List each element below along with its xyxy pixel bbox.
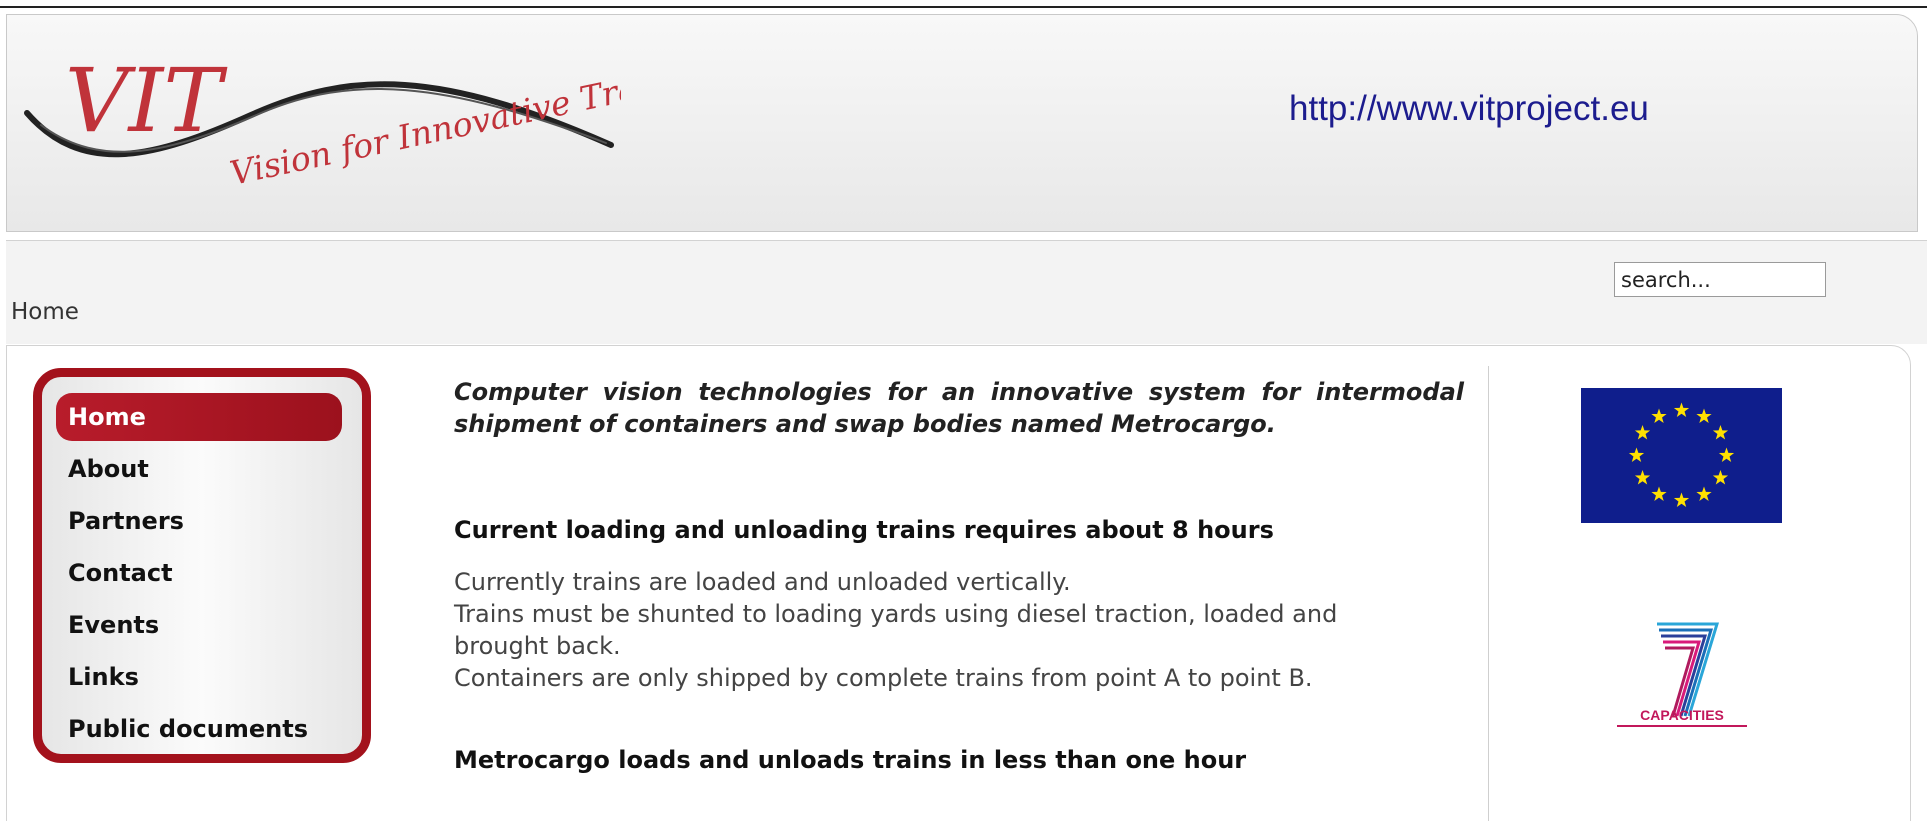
- menu-item-partners[interactable]: Partners: [56, 497, 342, 545]
- paragraph-line: Currently trains are loaded and unloaded…: [454, 568, 1071, 596]
- fp7-logo-text: CAPACITIES: [1640, 707, 1724, 723]
- window-top-edge: [0, 0, 1927, 8]
- menu-item-public-documents[interactable]: Public documents: [56, 705, 342, 753]
- main-content: Computer vision technologies for an inno…: [454, 376, 1464, 774]
- paragraph-line: Trains must be shunted to loading yards …: [454, 600, 1338, 628]
- paragraph-line: Containers are only shipped by complete …: [454, 664, 1313, 692]
- eu-flag-logo[interactable]: [1581, 388, 1782, 523]
- paragraph-line: brought back.: [454, 632, 621, 660]
- intro-text: Computer vision technologies for an inno…: [454, 378, 1464, 438]
- section-heading-current: Current loading and unloading trains req…: [454, 516, 1274, 544]
- menu-item-home[interactable]: Home: [56, 393, 342, 441]
- menu-item-links[interactable]: Links: [56, 653, 342, 701]
- menu-item-about[interactable]: About: [56, 445, 342, 493]
- menu-item-contact[interactable]: Contact: [56, 549, 342, 597]
- menu-item-events[interactable]: Events: [56, 601, 342, 649]
- column-divider: [1488, 366, 1489, 821]
- section-heading-metrocargo: Metrocargo loads and unloads trains in l…: [454, 746, 1247, 774]
- fp7-capacities-logo[interactable]: CAPACITIES: [1607, 616, 1757, 731]
- search-input[interactable]: [1614, 262, 1826, 297]
- breadcrumb-bar: Home: [6, 240, 1927, 344]
- main-menu: Home About Partners Contact Events Links…: [33, 368, 371, 763]
- logo-tagline: Vision for Innovative Transport: [227, 46, 621, 193]
- content-area: Home About Partners Contact Events Links…: [6, 345, 1911, 821]
- page: VIT Vision for Innovative Transport http…: [0, 0, 1927, 821]
- site-url[interactable]: http://www.vitproject.eu: [1289, 89, 1649, 129]
- vit-logo[interactable]: VIT Vision for Innovative Transport: [21, 35, 621, 210]
- breadcrumb[interactable]: Home: [11, 299, 79, 325]
- logo-brand: VIT: [65, 49, 228, 152]
- section-paragraph-current: Currently trains are loaded and unloaded…: [454, 566, 1464, 694]
- header-banner: VIT Vision for Innovative Transport http…: [6, 14, 1918, 232]
